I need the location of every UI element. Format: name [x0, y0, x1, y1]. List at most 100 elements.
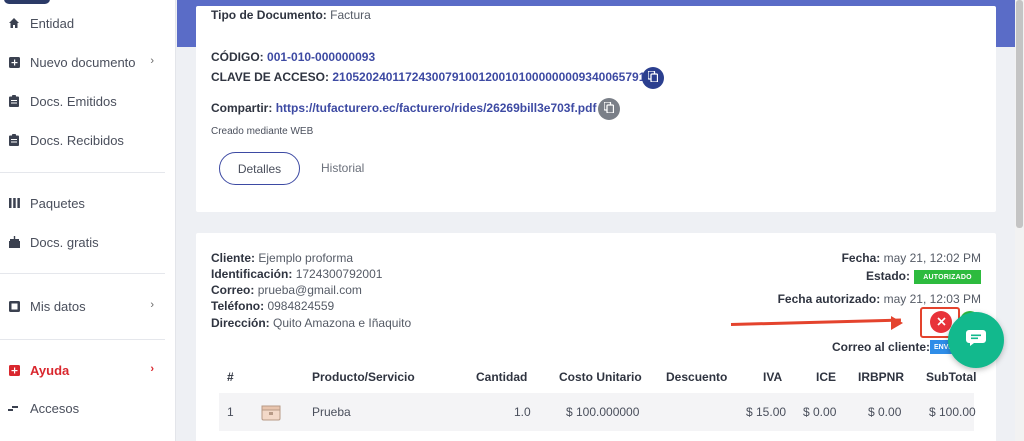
cell-producto: Prueba: [312, 405, 351, 419]
chevron-right-icon: ›: [150, 55, 154, 67]
product-box-icon: [261, 403, 281, 426]
correo-row: Correo: prueba@gmail.com: [211, 283, 362, 297]
col-header-costo: Costo Unitario: [559, 370, 642, 384]
sidebar-item-ayuda[interactable]: Ayuda ›: [0, 355, 176, 385]
sidebar-item-docs-gratis[interactable]: Docs. gratis: [0, 227, 176, 257]
copy-link-button[interactable]: [598, 98, 620, 120]
correo-cliente-row: Correo al cliente:: [832, 340, 930, 354]
col-header-subtotal: SubTotal: [926, 370, 977, 384]
home-icon: [0, 17, 28, 29]
sidebar-item-label: Nuevo documento: [30, 54, 136, 70]
sidebar-item-label: Ayuda: [30, 362, 70, 378]
clave-label: CLAVE DE ACCESO:: [211, 70, 330, 84]
estado-label: Estado:: [866, 269, 910, 283]
identificacion-value: 1724300792001: [295, 267, 383, 281]
col-header-iva: IVA: [763, 370, 783, 384]
cliente-label: Cliente:: [211, 251, 256, 265]
copy-icon: [603, 100, 615, 118]
document-type-label: Tipo de Documento:: [211, 8, 327, 22]
fecha-value: may 21, 12:02 PM: [883, 251, 981, 265]
cliente-row: Cliente: Ejemplo proforma: [211, 251, 353, 265]
sidebar-item-paquetes[interactable]: Paquetes: [0, 188, 176, 218]
col-header-ice: ICE: [816, 370, 837, 384]
sidebar-top-pill: [4, 0, 50, 4]
fecha-row: Fecha: may 21, 12:02 PM: [842, 251, 981, 265]
cliente-value: Ejemplo proforma: [258, 251, 354, 265]
sidebar-divider: [0, 339, 165, 340]
sidebar-item-label: Docs. gratis: [30, 234, 99, 250]
scrollbar-thumb[interactable]: [1016, 0, 1023, 228]
sidebar-item-label: Paquetes: [30, 195, 85, 211]
document-type-value: Factura: [330, 8, 371, 22]
codigo-value: 001-010-000000093: [267, 50, 376, 64]
codigo-row: CÓDIGO: 001-010-000000093: [211, 50, 375, 64]
copy-clave-button[interactable]: [642, 67, 664, 89]
sidebar: Entidad Nuevo documento › Docs. Emitidos…: [0, 0, 176, 441]
clave-row: CLAVE DE ACCESO: 21052024011724300791001…: [211, 70, 658, 84]
compartir-link[interactable]: https://tufacturero.ec/facturero/rides/2…: [276, 101, 597, 115]
sidebar-item-label: Mis datos: [30, 298, 86, 314]
cell-irbpnr: $ 0.00: [868, 405, 902, 419]
correo-label: Correo:: [211, 283, 255, 297]
scrollbar[interactable]: [1015, 0, 1024, 441]
compartir-label: Compartir:: [211, 101, 273, 115]
estado-label-text: Estado:: [865, 269, 910, 283]
telefono-row: Teléfono: 0984824559: [211, 299, 334, 313]
sidebar-item-label: Docs. Emitidos: [30, 93, 117, 109]
cell-cantidad: 1.0: [514, 405, 531, 419]
clipboard-icon: [0, 95, 28, 107]
sidebar-item-label: Docs. Recibidos: [30, 132, 124, 148]
clipboard-icon: [0, 134, 28, 146]
cell-subtotal: $ 100.00: [929, 405, 976, 419]
sidebar-divider: [0, 273, 165, 274]
codigo-label: CÓDIGO:: [211, 50, 264, 64]
direccion-label: Dirección:: [211, 316, 270, 330]
col-header-irbpnr: IRBPNR: [858, 370, 905, 384]
compartir-row: Compartir: https://tufacturero.ec/factur…: [211, 101, 596, 115]
sidebar-item-entidad[interactable]: Entidad: [0, 8, 176, 38]
plus-square-icon: [0, 56, 28, 68]
sidebar-item-docs-emitidos[interactable]: Docs. Emitidos: [0, 86, 176, 116]
sidebar-item-accesos[interactable]: Accesos: [0, 393, 176, 423]
created-via: Creado mediante WEB: [211, 126, 314, 137]
telefono-label: Teléfono:: [211, 299, 265, 313]
sidebar-divider: [0, 172, 165, 173]
identificacion-label: Identificación:: [211, 267, 293, 281]
cell-num: 1: [227, 405, 234, 419]
status-badge: AUTORIZADO: [914, 270, 981, 284]
sidebar-item-docs-recibidos[interactable]: Docs. Recibidos: [0, 125, 176, 155]
fecha-autorizado-row: Fecha autorizado: may 21, 12:03 PM: [778, 292, 981, 306]
sidebar-item-mis-datos[interactable]: Mis datos ›: [0, 291, 176, 321]
correo-cliente-label: Correo al cliente:: [832, 340, 931, 354]
telefono-value: 0984824559: [267, 299, 335, 313]
annotation-arrow-head: [891, 316, 903, 330]
col-header-descuento: Descuento: [666, 370, 728, 384]
fecha-autorizado-value: may 21, 12:03 PM: [883, 292, 981, 306]
chat-icon: [965, 328, 987, 353]
bars-icon: [0, 198, 28, 208]
document-type: Tipo de Documento: Factura: [211, 8, 371, 22]
copy-icon: [647, 69, 659, 87]
gift-icon: [0, 236, 28, 248]
fecha-label: Fecha:: [841, 251, 881, 265]
correo-value: prueba@gmail.com: [257, 283, 362, 297]
id-card-icon: [0, 300, 28, 312]
cell-ice: $ 0.00: [803, 405, 837, 419]
direccion-value: Quito Amazona e Iñaquito: [273, 316, 412, 330]
col-header-cantidad: Cantidad: [476, 370, 528, 384]
direccion-row: Dirección: Quito Amazona e Iñaquito: [211, 316, 411, 330]
chevron-right-icon: ›: [150, 299, 154, 311]
sidebar-item-label: Entidad: [30, 15, 75, 31]
sidebar-item-label: Accesos: [30, 400, 80, 416]
tab-detalles[interactable]: Detalles: [219, 152, 300, 185]
chat-button[interactable]: [948, 312, 1004, 368]
sidebar-item-nuevo-documento[interactable]: Nuevo documento ›: [0, 47, 176, 77]
cell-costo: $ 100.000000: [566, 405, 640, 419]
col-header-num: #: [227, 370, 234, 384]
fecha-autorizado-label: Fecha autorizado:: [777, 292, 881, 306]
tab-historial[interactable]: Historial: [321, 161, 364, 175]
cell-iva: $ 15.00: [746, 405, 787, 419]
clave-value: 2105202401172430079100120010100000000934…: [332, 70, 659, 84]
help-plus-icon: [0, 364, 28, 376]
chevron-right-icon: ›: [150, 363, 154, 375]
